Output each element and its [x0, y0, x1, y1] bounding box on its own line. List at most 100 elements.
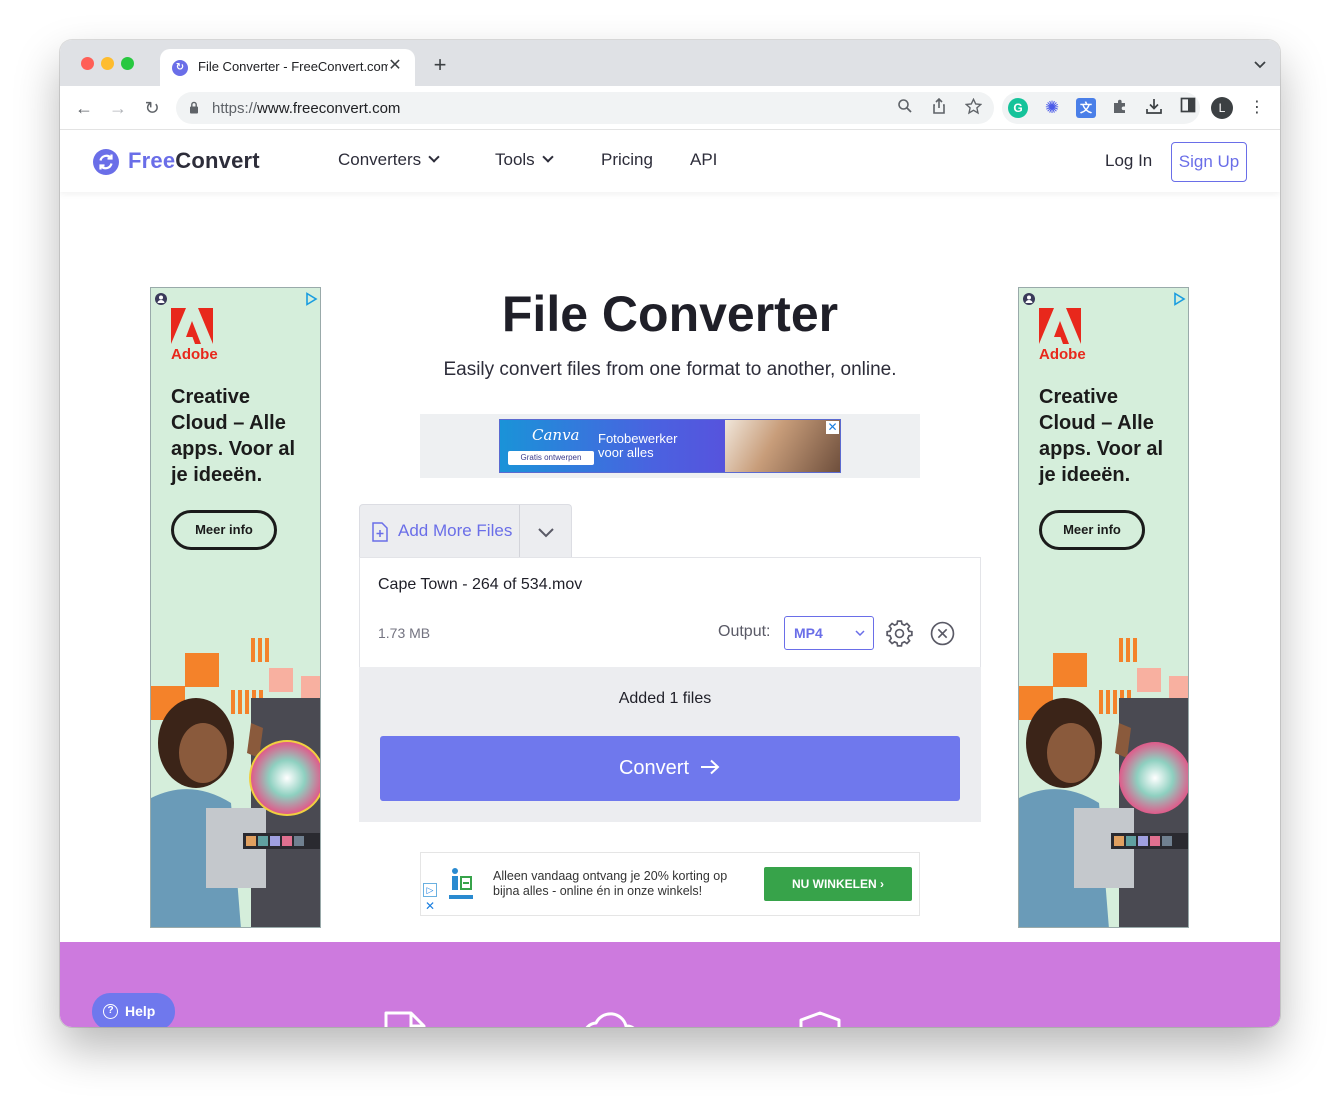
chevron-down-icon [855, 630, 865, 637]
tab-search-chevron-icon[interactable] [1252, 56, 1268, 72]
adchoices-icon[interactable]: ▷ [423, 883, 437, 897]
file-name: Cape Town - 264 of 534.mov [378, 576, 583, 593]
zoom-search-icon[interactable] [895, 98, 915, 118]
ad-woman-laptop-illustration [1019, 638, 1188, 927]
address-bar[interactable]: https://www.freeconvert.com [176, 92, 994, 124]
gear-icon[interactable] [886, 620, 913, 647]
nav-converters-label: Converters [338, 150, 422, 169]
maximize-window-button[interactable] [121, 57, 134, 70]
browser-tab[interactable]: ↻ File Converter - FreeConvert.com ✕ [160, 49, 415, 86]
convert-label: Convert [618, 757, 690, 779]
grammarly-extension-icon[interactable]: G [1008, 98, 1028, 118]
nav-tools-label: Tools [495, 150, 535, 169]
adobe-brand-text: Adobe [1039, 346, 1086, 363]
top-banner-ad-slot: Canva Gratis ontwerpen Fotobewerker voor… [420, 414, 920, 478]
logo-convert: Convert [175, 148, 260, 173]
tab-strip: ↻ File Converter - FreeConvert.com ✕ + [60, 40, 1280, 86]
tab-title: File Converter - FreeConvert.com [198, 59, 388, 74]
canva-ad-text: Fotobewerker voor alles [598, 432, 677, 460]
file-row: Cape Town - 264 of 534.mov 1.73 MB Outpu… [359, 557, 981, 667]
adchoices-icon[interactable] [304, 292, 318, 306]
browser-window: ↻ File Converter - FreeConvert.com ✕ + ←… [60, 40, 1280, 1027]
download-icon[interactable] [1143, 97, 1165, 119]
adobe-brand-text: Adobe [171, 346, 218, 363]
ad-privacy-icon[interactable] [154, 292, 168, 306]
signup-button[interactable]: Sign Up [1171, 142, 1247, 182]
tab-close-icon[interactable]: ✕ [385, 56, 405, 76]
forward-arrow-icon[interactable]: → [106, 96, 130, 120]
site-header: FreeConvert Converters Tools Pricing API… [60, 131, 1280, 192]
web-page: FreeConvert Converters Tools Pricing API… [60, 131, 1280, 1027]
freeconvert-logo-icon[interactable] [93, 149, 119, 175]
nu-winkelen-label: NU WINKELEN [791, 877, 877, 891]
logo-free: Free [128, 148, 176, 173]
cloud-icon [585, 1012, 635, 1027]
right-adobe-ad[interactable]: Adobe Creative Cloud – Alle apps. Voor a… [1018, 287, 1189, 928]
nav-tools[interactable]: Tools [495, 150, 554, 170]
puzzle-extensions-icon[interactable] [1110, 98, 1130, 118]
features-section: ? Help [60, 942, 1280, 1027]
back-arrow-icon[interactable]: ← [72, 96, 96, 120]
ad-headline: Creative Cloud – Alle apps. Voor al je i… [171, 386, 296, 486]
convert-button[interactable]: Convert [380, 736, 960, 801]
ad-headline: Creative Cloud – Alle apps. Voor al je i… [1039, 386, 1164, 486]
side-panel-icon[interactable] [1177, 97, 1199, 119]
ad-woman-laptop-illustration [151, 638, 320, 927]
close-window-button[interactable] [81, 57, 94, 70]
url-scheme: https:// [212, 100, 258, 117]
reload-icon[interactable]: ↻ [140, 96, 164, 120]
add-more-files-button[interactable]: Add More Files [360, 505, 520, 558]
bookmark-star-icon[interactable] [963, 97, 983, 118]
convert-panel: Added 1 files Convert [359, 667, 981, 822]
canva-banner-ad[interactable]: Canva Gratis ontwerpen Fotobewerker voor… [499, 419, 841, 473]
share-icon[interactable] [929, 97, 949, 118]
site-logo[interactable]: FreeConvert [128, 148, 260, 174]
canva-line-2: voor alles [598, 445, 654, 460]
adobe-logo-icon [1039, 308, 1081, 344]
browser-toolbar: ← → ↻ https://www.freeconvert.com G ✺ 文 [60, 86, 1280, 130]
canva-logo: Canva [532, 426, 580, 444]
arrow-right-icon [701, 759, 720, 775]
nu-winkelen-button[interactable]: NU WINKELEN › [764, 867, 912, 901]
translate-extension-icon[interactable]: 文 [1076, 98, 1096, 118]
bottom-banner-ad[interactable]: ▷ ✕ Alleen vandaag ontvang je 20% kortin… [420, 852, 920, 916]
new-tab-button[interactable]: + [428, 53, 452, 77]
nav-api[interactable]: API [690, 150, 717, 170]
chevron-down-icon[interactable] [534, 525, 558, 541]
meer-info-button[interactable]: Meer info [1039, 510, 1145, 550]
nav-converters[interactable]: Converters [338, 150, 440, 170]
profile-avatar[interactable]: L [1211, 97, 1233, 119]
login-link[interactable]: Log In [1105, 151, 1152, 171]
freeconvert-favicon-icon: ↻ [172, 60, 188, 76]
minimize-window-button[interactable] [101, 57, 114, 70]
canva-ad-photo [725, 420, 840, 472]
url-text: https://www.freeconvert.com [212, 100, 400, 117]
left-adobe-ad[interactable]: Adobe Creative Cloud – Alle apps. Voor a… [150, 287, 321, 928]
document-icon [384, 1011, 426, 1027]
sparkle-extension-icon[interactable]: ✺ [1042, 98, 1062, 118]
help-button[interactable]: ? Help [92, 993, 175, 1027]
remove-file-icon[interactable] [930, 621, 955, 646]
adchoices-icon[interactable] [1172, 292, 1186, 306]
files-added-status: Added 1 files [618, 690, 712, 707]
file-size: 1.73 MB [378, 625, 431, 641]
adobe-logo-icon [171, 308, 213, 344]
kebab-menu-icon[interactable]: ⋮ [1246, 97, 1268, 119]
bottom-ad-text: Alleen vandaag ontvang je 20% korting op… [493, 869, 728, 898]
chevron-down-icon [428, 151, 440, 163]
help-label: Help [125, 1003, 156, 1019]
add-more-files-group: Add More Files [359, 504, 572, 558]
extensions-group: G ✺ 文 [1002, 92, 1200, 124]
page-subtitle: Easily convert files from one format to … [443, 359, 897, 380]
page-title: File Converter [501, 286, 839, 342]
output-format-value: MP4 [794, 625, 823, 641]
ad-close-icon[interactable]: ✕ [423, 899, 437, 913]
url-host: www.freeconvert.com [257, 100, 401, 117]
output-format-select[interactable]: MP4 [784, 616, 874, 650]
shield-icon [799, 1011, 841, 1027]
meer-info-button[interactable]: Meer info [171, 510, 277, 550]
ad-close-icon[interactable]: ✕ [826, 421, 839, 434]
file-plus-icon [372, 522, 388, 542]
ad-privacy-icon[interactable] [1022, 292, 1036, 306]
nav-pricing[interactable]: Pricing [601, 150, 653, 170]
